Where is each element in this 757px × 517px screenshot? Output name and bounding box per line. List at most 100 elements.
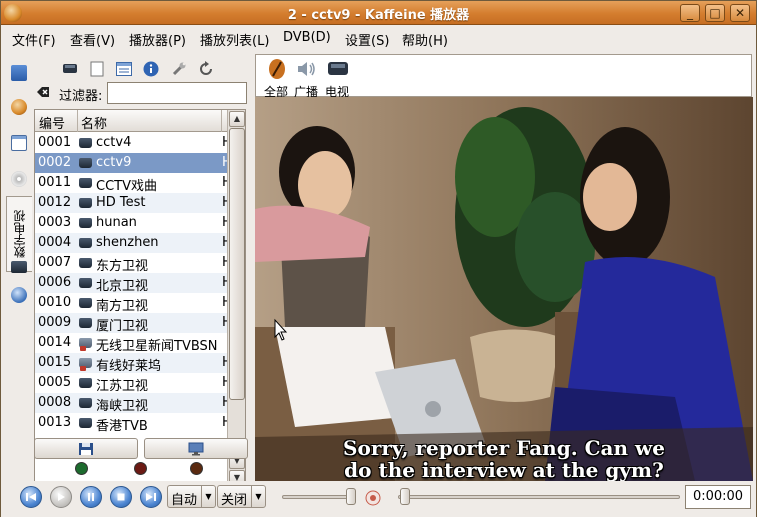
position-slider-handle[interactable]	[400, 488, 410, 505]
record-button[interactable]	[34, 438, 138, 459]
speaker-icon	[298, 62, 315, 76]
document-toolbar-button[interactable]	[88, 60, 106, 78]
list-icon	[116, 62, 132, 76]
close-button[interactable]: ✕	[730, 4, 750, 22]
tv-icon	[79, 138, 92, 148]
channel-list: 编号 名称 0001cctv4H0002cctv9H0011CCTV戏曲H001…	[34, 109, 246, 488]
info-icon	[143, 61, 159, 77]
tv-icon	[79, 318, 92, 328]
tv-icon	[79, 198, 92, 208]
deinterlace-select[interactable]: 关闭 ▼	[217, 485, 266, 508]
previous-button[interactable]	[20, 486, 42, 508]
stop-button[interactable]	[110, 486, 132, 508]
disc-icon	[11, 171, 27, 187]
mute-icon[interactable]	[364, 489, 382, 507]
channel-action-buttons	[34, 438, 248, 460]
maximize-button[interactable]: □	[705, 4, 725, 22]
position-slider-track[interactable]	[398, 495, 680, 499]
channel-row[interactable]: 0013香港TVBH	[35, 413, 227, 433]
broadcast-button[interactable]	[144, 438, 248, 459]
next-button[interactable]	[140, 486, 162, 508]
channel-row[interactable]: 0011CCTV戏曲H	[35, 173, 227, 193]
digital-tv-tab-label: 数字电视	[13, 210, 27, 258]
tv-toolbar-button[interactable]	[61, 60, 79, 78]
list-toolbar-button[interactable]	[115, 60, 133, 78]
volume-slider-track[interactable]	[282, 495, 356, 499]
video-display[interactable]: Sorry, reporter Fang. Can we do the inte…	[255, 97, 753, 481]
minimize-button[interactable]: _	[680, 4, 700, 22]
tv-icon	[79, 298, 92, 308]
channel-row[interactable]: 0015有线好莱坞H	[35, 353, 227, 373]
menu-help[interactable]: 帮助(H)	[402, 30, 448, 49]
pause-icon	[88, 493, 94, 501]
menu-playlist[interactable]: 播放列表(L)	[200, 30, 269, 49]
channel-number: 0015	[38, 355, 72, 370]
side-tab-tv-icon[interactable]	[6, 252, 32, 282]
channel-number: 0004	[38, 235, 72, 250]
player-area: 全部 广播 电视 Sorry, reporter Fang. Can we do…	[255, 54, 753, 481]
menu-dvb[interactable]: DVB(D)	[283, 30, 331, 45]
info-toolbar-button[interactable]	[142, 60, 160, 78]
menu-settings[interactable]: 设置(S)	[345, 30, 389, 49]
tv-radio-icon	[79, 338, 92, 351]
aspect-ratio-select[interactable]: 自动 ▼	[167, 485, 216, 508]
channel-number: 0014	[38, 335, 72, 350]
channel-number: 0008	[38, 395, 72, 410]
channel-row[interactable]: 0010南方卫视H	[35, 293, 227, 313]
side-tab-disc[interactable]	[6, 164, 32, 194]
channel-row[interactable]: 0008海峡卫视H	[35, 393, 227, 413]
channel-row[interactable]: 0002cctv9H	[35, 153, 227, 173]
filter-label: 过滤器:	[59, 89, 103, 104]
tv-icon	[79, 278, 92, 288]
tv-icon	[79, 418, 92, 428]
column-separator[interactable]	[221, 110, 222, 132]
filter-input[interactable]	[107, 82, 247, 104]
channel-row[interactable]: 0012HD TestH	[35, 193, 227, 213]
clear-filter-icon[interactable]	[36, 85, 50, 99]
side-tab-kaffeine[interactable]	[6, 92, 32, 122]
refresh-toolbar-button[interactable]	[197, 60, 215, 78]
column-number[interactable]: 编号	[39, 113, 65, 132]
kaffeine-icon	[269, 59, 285, 79]
side-tab-playlist[interactable]	[6, 128, 32, 158]
menu-player[interactable]: 播放器(P)	[129, 30, 186, 49]
channel-rows: 0001cctv4H0002cctv9H0011CCTV戏曲H0012HD Te…	[35, 133, 227, 433]
window-title: 2 - cctv9 - Kaffeine 播放器	[287, 8, 470, 23]
side-tab-network[interactable]	[6, 280, 32, 310]
channel-row[interactable]: 0006北京卫视H	[35, 273, 227, 293]
monitor-icon	[188, 442, 204, 455]
menu-file[interactable]: 文件(F)	[12, 30, 56, 49]
pause-button[interactable]	[80, 486, 102, 508]
side-tab-start[interactable]	[6, 58, 32, 88]
menu-view[interactable]: 查看(V)	[70, 30, 115, 49]
globe-icon	[11, 287, 27, 303]
volume-slider-handle[interactable]	[346, 488, 356, 505]
tab-tv[interactable]: 电视	[319, 57, 355, 99]
channel-row[interactable]: 0003hunanH	[35, 213, 227, 233]
tv-icon	[79, 238, 92, 248]
channel-number: 0005	[38, 375, 72, 390]
title-bar[interactable]: 2 - cctv9 - Kaffeine 播放器 _ □ ✕	[1, 1, 756, 25]
scrollbar-thumb[interactable]	[229, 128, 245, 400]
channel-row[interactable]: 0001cctv4H	[35, 133, 227, 153]
channel-row[interactable]: 0004shenzhenH	[35, 233, 227, 253]
configure-toolbar-button[interactable]	[170, 60, 188, 78]
stop-icon	[117, 493, 125, 501]
panel-toolbar	[58, 58, 248, 80]
scroll-up-button[interactable]: ▲	[229, 111, 245, 127]
channel-list-scrollbar[interactable]: ▲ ▼ ▼	[227, 110, 245, 487]
play-button[interactable]	[50, 486, 72, 508]
column-separator[interactable]	[77, 110, 78, 132]
channel-name: cctv9	[96, 155, 132, 170]
tv-icon	[79, 158, 92, 168]
column-name[interactable]: 名称	[81, 113, 107, 132]
channel-number: 0002	[38, 155, 72, 170]
previous-icon	[26, 493, 36, 501]
channel-name: 厦门卫视	[96, 319, 149, 333]
channel-row[interactable]: 0014 无线卫星新闻TVBSN	[35, 333, 227, 353]
channel-row[interactable]: 0005江苏卫视H	[35, 373, 227, 393]
channel-row[interactable]: 0009厦门卫视H	[35, 313, 227, 333]
channel-name: 北京卫视	[96, 279, 149, 293]
channel-number: 0003	[38, 215, 72, 230]
channel-row[interactable]: 0007东方卫视H	[35, 253, 227, 273]
